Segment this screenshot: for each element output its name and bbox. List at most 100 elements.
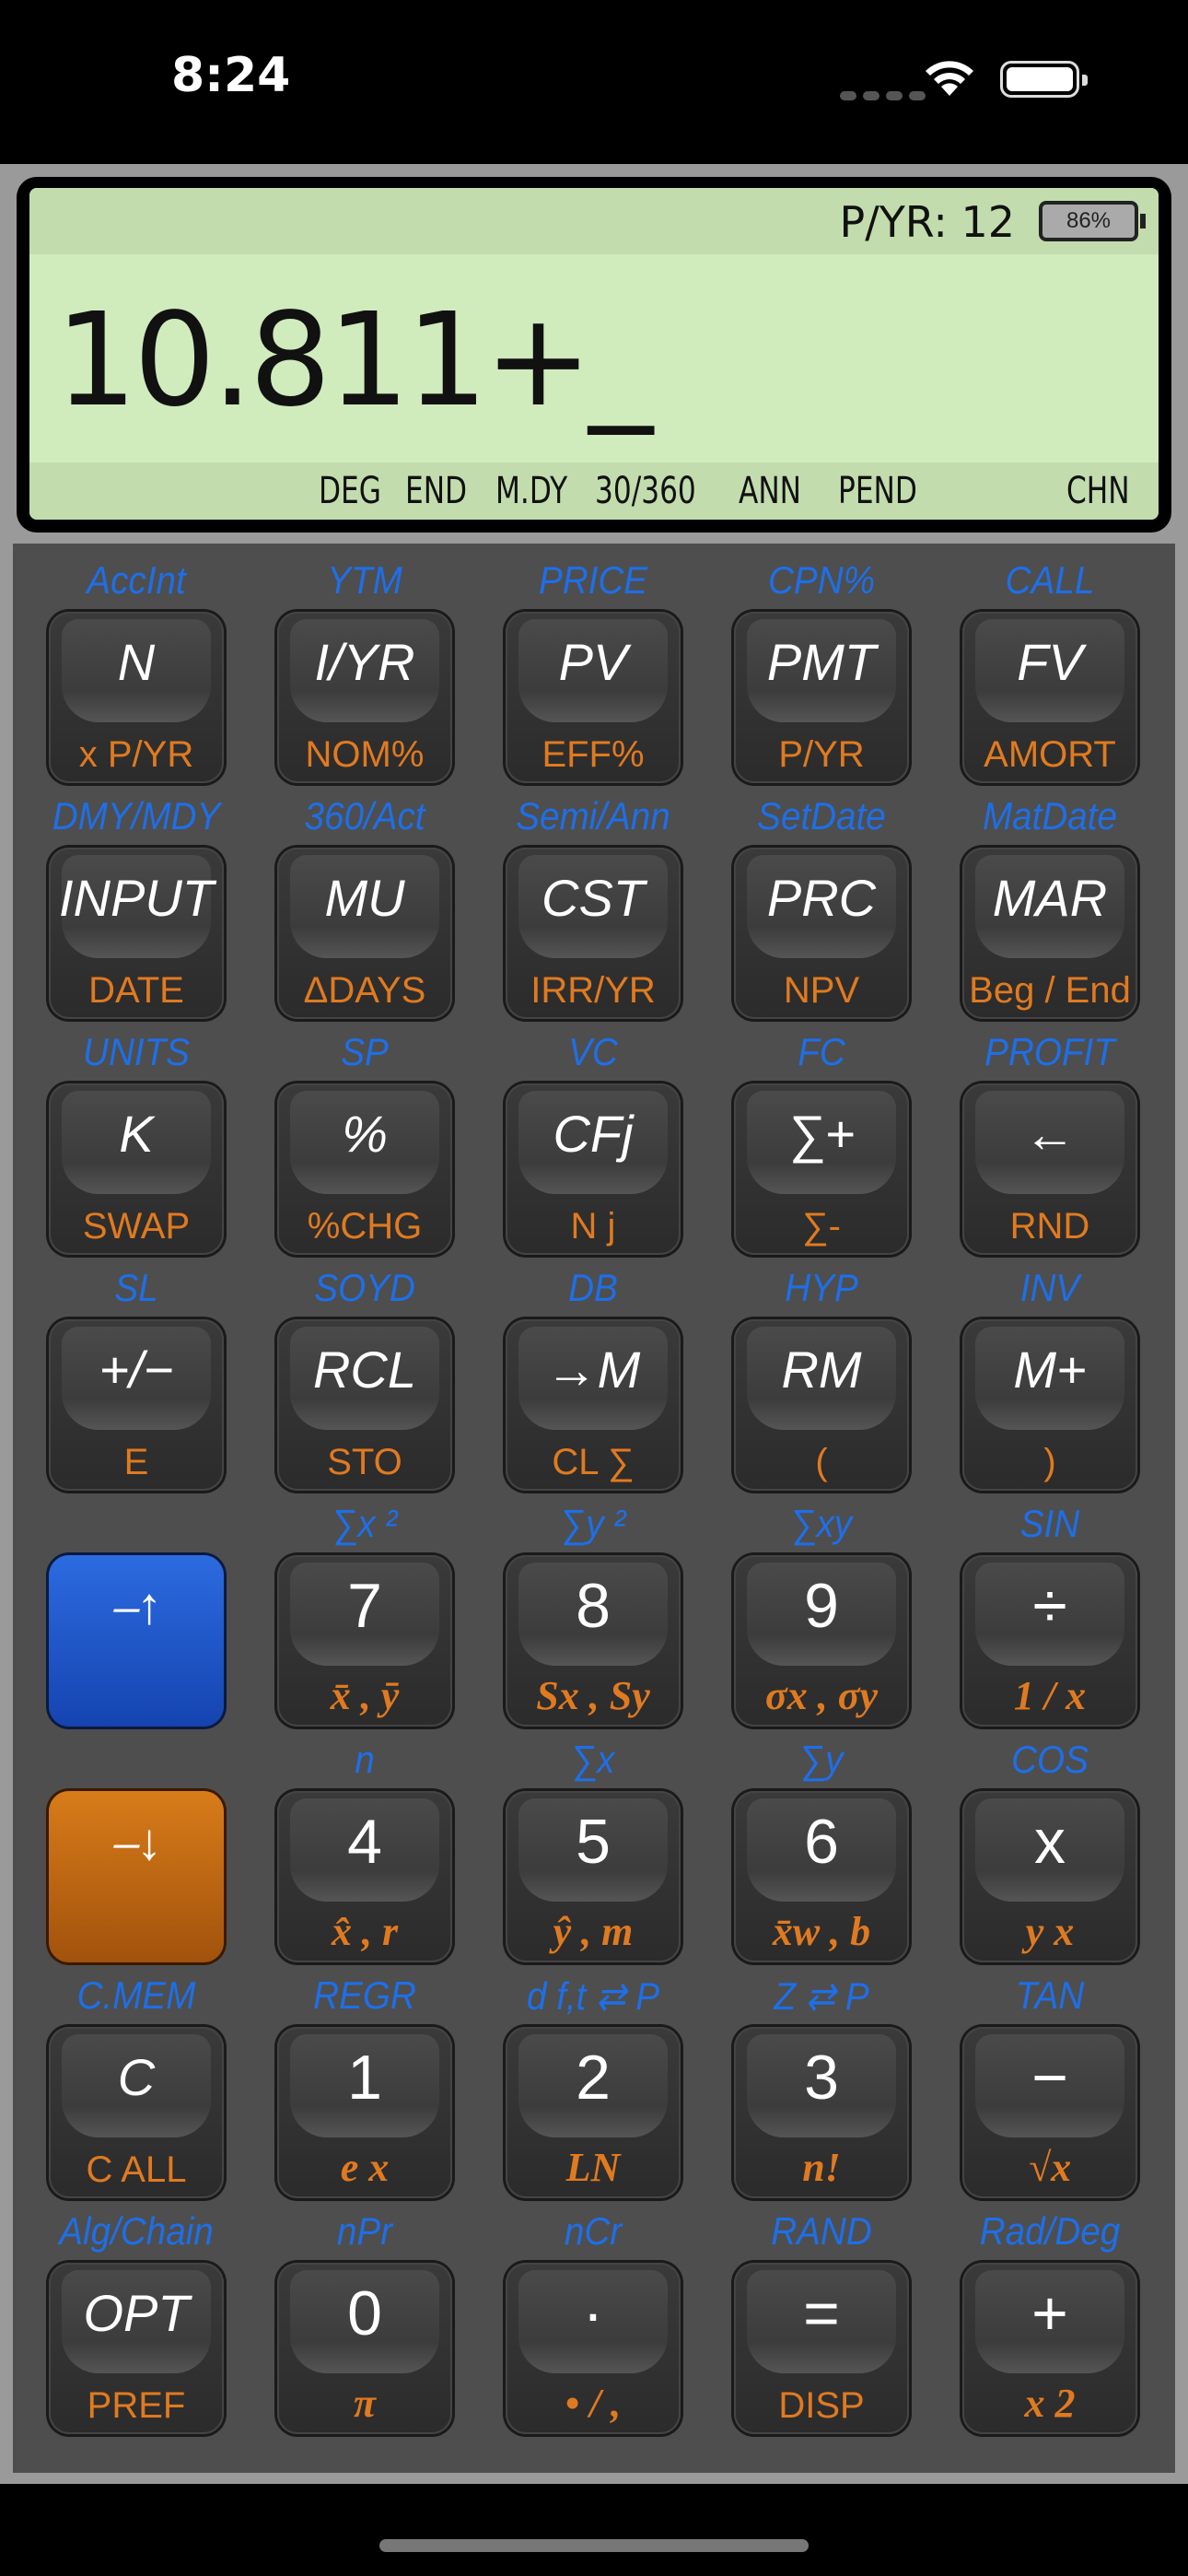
key-r6c4[interactable]: − √x (962, 2027, 1137, 2198)
key-main-label: I/YR (314, 633, 415, 691)
key-main-label: PRC (766, 869, 877, 927)
shift-label: PROFIT (984, 1030, 1115, 1073)
key-2[interactable]: 2 LN (506, 2027, 681, 2198)
key-secondary-label: x 2 (1024, 2381, 1076, 2426)
annunciator-30-360: 30/360 (595, 470, 696, 512)
key-main-label: CST (542, 869, 645, 927)
key-secondary-label: SWAP (82, 1206, 191, 1247)
key-secondary-label: ŷ , m (553, 1909, 634, 1954)
key-prc[interactable]: PRC NPV (734, 848, 909, 1019)
payments-per-year-label: P/YR: 12 (839, 197, 1015, 247)
key-r2c4[interactable]: ← RND (962, 1083, 1137, 1255)
key-main-label: 7 (347, 1571, 382, 1641)
key-secondary-label: x̄w , b (772, 1909, 871, 1954)
key-cfj[interactable]: CFj N j (506, 1083, 681, 1255)
key-m[interactable]: M+) (962, 1319, 1137, 1491)
key-secondary-label: x̄ , ȳ (330, 1673, 400, 1718)
key-secondary-label: DATE (88, 970, 184, 1011)
key-mu[interactable]: MU ΔDAYS (277, 848, 452, 1019)
shift-label: FC (798, 1030, 845, 1073)
key-secondary-label: EFF% (542, 734, 645, 775)
key-main-label: →M (545, 1341, 641, 1399)
shift-label: ∑x (571, 1738, 615, 1781)
key-pmt[interactable]: PMT P/YR (734, 612, 909, 783)
key-0[interactable]: 0π (277, 2263, 452, 2434)
key-main-label: 2 (576, 2043, 611, 2113)
key-1[interactable]: 1 e x (277, 2027, 452, 2198)
wifi-icon (926, 61, 973, 96)
key-rcl[interactable]: RCL STO (277, 1319, 452, 1491)
key-n[interactable]: Nx P/YR (49, 612, 224, 783)
key-k[interactable]: K SWAP (49, 1083, 224, 1255)
shift-label: TAN (1015, 1973, 1085, 2017)
shift-label: PRICE (538, 558, 648, 602)
key-secondary-label: ( (815, 1442, 828, 1482)
key-main-label: 8 (576, 1571, 611, 1641)
key-r5c0[interactable]: ⎯↓ (49, 1791, 224, 1962)
shift-label: nPr (336, 2209, 393, 2253)
key-r7c2[interactable]: · • / , (506, 2263, 681, 2434)
key-secondary-label: PREF (87, 2385, 186, 2426)
key-main-label: C (117, 2048, 156, 2106)
shift-label: 360/Act (304, 794, 425, 837)
shift-label: SIN (1019, 1502, 1080, 1545)
key-3[interactable]: 3 n! (734, 2027, 909, 2198)
lcd-battery-indicator: 86% (1039, 201, 1146, 241)
shift-label: ∑y ² (560, 1502, 626, 1545)
key-m[interactable]: →M CL ∑ (506, 1319, 681, 1491)
key-secondary-label: NPV (783, 970, 860, 1011)
key-r3c0[interactable]: +/− E (49, 1319, 224, 1491)
key-main-label: · (582, 2278, 604, 2348)
key-r7c3[interactable]: = DISP (734, 2263, 909, 2434)
key-pv[interactable]: PV EFF% (506, 612, 681, 783)
key-main-label: N (117, 633, 156, 691)
key-mar[interactable]: MAR Beg / End (962, 848, 1137, 1019)
key-6[interactable]: 6 x̄w , b (734, 1791, 909, 1962)
shift-label: INV (1019, 1266, 1080, 1309)
key-main-label: 6 (804, 1807, 839, 1877)
key-r4c0[interactable]: ⎯↑ (49, 1555, 224, 1727)
shift-label: COS (1011, 1738, 1089, 1781)
key-opt[interactable]: OPT PREF (49, 2263, 224, 2434)
key-r2c1[interactable]: % %CHG (277, 1083, 452, 1255)
key-secondary-label: n! (802, 2145, 841, 2190)
key-5[interactable]: 5 ŷ , m (506, 1791, 681, 1962)
key-cst[interactable]: CST IRR/YR (506, 848, 681, 1019)
annunciator-ann: ANN (739, 470, 802, 512)
key-main-label: 1 (347, 2043, 382, 2113)
key-fv[interactable]: FV AMORT (962, 612, 1137, 783)
home-indicator[interactable] (379, 2539, 809, 2552)
shift-label: UNITS (83, 1030, 190, 1073)
lcd-display: P/YR: 12 86% 10.811+_ DEG END M.DY 30/36… (29, 188, 1159, 520)
annunciator-deg: DEG (319, 470, 381, 512)
key-secondary-label: E (123, 1442, 149, 1482)
key-main-label: 4 (347, 1807, 382, 1877)
annunciator-chn: CHN (1066, 470, 1130, 512)
key-secondary-label: √x (1028, 2145, 1072, 2190)
key-input[interactable]: INPUT DATE (49, 848, 224, 1019)
key-main-label: ÷ (1032, 1571, 1067, 1641)
display-readout: 10.811+_ (55, 286, 653, 436)
key-secondary-label: AMORT (984, 734, 1116, 775)
key-r2c3[interactable]: ∑+ ∑- (734, 1083, 909, 1255)
key-r4c4[interactable]: ÷ 1 / x (962, 1555, 1137, 1727)
key-c[interactable]: C C ALL (49, 2027, 224, 2198)
key-rm[interactable]: RM ( (734, 1319, 909, 1491)
shift-label: MatDate (982, 794, 1118, 837)
key-main-label: x (1034, 1807, 1066, 1877)
key-main-label: ⎯↑ (111, 1576, 162, 1634)
key-i-yr[interactable]: I/YR NOM% (277, 612, 452, 783)
key-9[interactable]: 9 σx , σy (734, 1555, 909, 1727)
key-7[interactable]: 7 x̄ , ȳ (277, 1555, 452, 1727)
key-r7c4[interactable]: + x 2 (962, 2263, 1137, 2434)
key-main-label: INPUT (59, 869, 214, 927)
annunciator-end: END (405, 470, 468, 512)
lcd-bottom-strip (29, 463, 1159, 520)
key-main-label: ∑+ (787, 1105, 856, 1163)
key-8[interactable]: 8 Sx , Sy (506, 1555, 681, 1727)
shift-label: VC (568, 1030, 618, 1073)
key-x[interactable]: x y x (962, 1791, 1137, 1962)
key-4[interactable]: 4 x̂ , r (277, 1791, 452, 1962)
shift-label: ∑y (799, 1738, 844, 1781)
key-main-label: + (1031, 2278, 1068, 2348)
